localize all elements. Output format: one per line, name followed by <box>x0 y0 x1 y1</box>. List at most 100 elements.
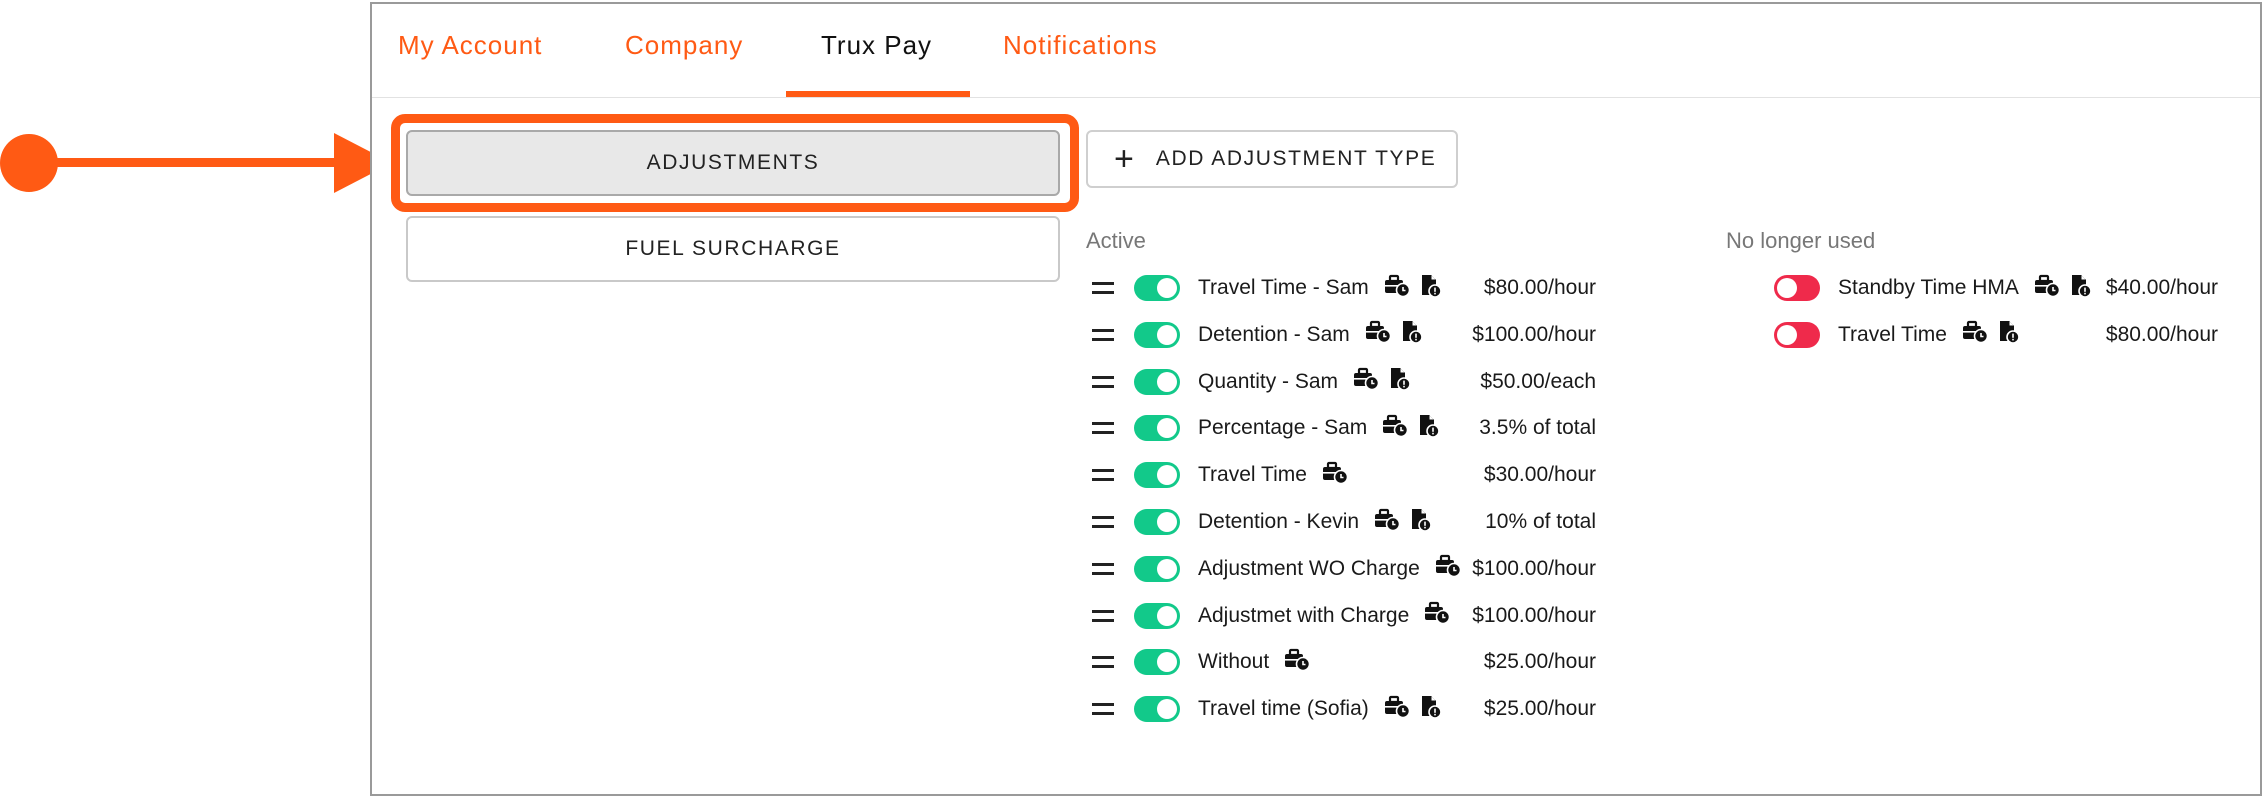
briefcase-clock-icon <box>1373 508 1401 537</box>
adjustment-row: Adjustment WO Charge <box>1092 549 1470 589</box>
drag-handle-icon[interactable] <box>1092 375 1114 388</box>
adjustment-name[interactable]: Travel Time <box>1838 323 1947 347</box>
adjustment-price: $100.00/hour <box>1472 322 1596 346</box>
adjustment-name[interactable]: Percentage - Sam <box>1198 416 1367 440</box>
toggle-knob <box>1157 371 1177 392</box>
adjustment-name[interactable]: Detention - Sam <box>1198 323 1350 347</box>
toggle-knob <box>1157 512 1177 532</box>
adjustment-price: $25.00/hour <box>1483 650 1596 674</box>
briefcase-clock-icon <box>1383 274 1411 303</box>
adjustment-price: $100.00/hour <box>1472 603 1596 627</box>
adjustment-row: Adjustmet with Charge <box>1092 596 1459 636</box>
document-info-icon <box>1400 319 1424 350</box>
enable-toggle[interactable] <box>1774 321 1820 348</box>
drag-handle-icon[interactable] <box>1092 282 1114 294</box>
drag-handle-icon[interactable] <box>1092 609 1114 622</box>
adjustment-price: $25.00/hour <box>1483 697 1596 721</box>
toggle-knob <box>1777 278 1797 298</box>
tab-trux-pay[interactable]: Trux Pay <box>821 30 932 61</box>
briefcase-clock-icon <box>2033 274 2061 303</box>
enable-toggle[interactable] <box>1134 368 1180 395</box>
adjustment-name[interactable]: Travel Time <box>1198 463 1307 487</box>
toggle-knob <box>1157 558 1177 579</box>
adjustment-price: 10% of total <box>1485 510 1596 533</box>
inactive-section-title: No longer used <box>1726 228 1876 253</box>
briefcase-clock-icon <box>1383 695 1411 724</box>
adjustment-name[interactable]: Detention - Kevin <box>1198 510 1359 534</box>
adjustment-row: Detention - Kevin <box>1092 502 1441 542</box>
toggle-knob <box>1157 418 1177 439</box>
tab-my-account[interactable]: My Account <box>398 30 542 61</box>
toggle-knob <box>1157 699 1177 720</box>
toggle-knob <box>1157 652 1177 673</box>
tab-company[interactable]: Company <box>625 30 743 61</box>
adjustment-name[interactable]: Travel time (Sofia) <box>1198 697 1369 721</box>
adjustment-name[interactable]: Adjustment WO Charge <box>1198 557 1420 581</box>
active-tab-underline <box>786 91 970 97</box>
drag-handle-icon[interactable] <box>1092 422 1114 435</box>
briefcase-clock-icon <box>1364 320 1392 349</box>
toggle-knob <box>1157 605 1177 626</box>
document-info-icon <box>1419 273 1443 304</box>
adjustment-name[interactable]: Quantity - Sam <box>1198 370 1338 394</box>
tab-notifications[interactable]: Notifications <box>1003 30 1158 61</box>
adjustment-name[interactable]: Adjustmet with Charge <box>1198 604 1409 628</box>
briefcase-clock-icon <box>1434 554 1462 583</box>
drag-handle-icon[interactable] <box>1092 656 1114 669</box>
adjustment-price: $100.00/hour <box>1472 556 1596 580</box>
adjustment-row: Travel Time <box>1092 455 1357 495</box>
briefcase-clock-icon <box>1961 320 1989 349</box>
drag-handle-icon[interactable] <box>1092 562 1114 575</box>
enable-toggle[interactable] <box>1774 275 1820 301</box>
drag-handle-icon[interactable] <box>1092 328 1114 341</box>
briefcase-clock-icon <box>1423 601 1451 630</box>
adjustment-name[interactable]: Standby Time HMA <box>1838 276 2019 300</box>
document-info-icon <box>2069 273 2093 304</box>
tab-bar: My Account Company Trux Pay Notification… <box>372 4 2260 98</box>
adjustment-price: $80.00/hour <box>1483 276 1596 299</box>
enable-toggle[interactable] <box>1134 602 1180 629</box>
adjustment-name[interactable]: Without <box>1198 650 1269 674</box>
add-adjustment-type-button[interactable]: + ADD ADJUSTMENT TYPE <box>1086 130 1458 188</box>
document-info-icon <box>1417 413 1441 444</box>
drag-handle-icon[interactable] <box>1092 516 1114 528</box>
briefcase-clock-icon <box>1283 648 1311 677</box>
toggle-knob <box>1157 278 1177 298</box>
toggle-knob <box>1157 465 1177 486</box>
toggle-knob <box>1777 324 1797 345</box>
annotation-arrow-line <box>40 158 340 167</box>
enable-toggle[interactable] <box>1134 649 1180 676</box>
adjustment-price: 3.5% of total <box>1479 416 1596 440</box>
annotation-highlight-box <box>391 114 1079 212</box>
drag-handle-icon[interactable] <box>1092 469 1114 482</box>
adjustment-price: $30.00/hour <box>1483 463 1596 487</box>
enable-toggle[interactable] <box>1134 415 1180 442</box>
document-info-icon <box>1997 319 2021 350</box>
briefcase-clock-icon <box>1352 367 1380 396</box>
adjustment-name[interactable]: Travel Time - Sam <box>1198 276 1369 300</box>
drag-handle-icon[interactable] <box>1092 703 1114 716</box>
enable-toggle[interactable] <box>1134 696 1180 723</box>
document-info-icon <box>1388 366 1412 397</box>
active-section-title: Active <box>1086 228 1146 253</box>
adjustment-row: Travel Time <box>1774 315 2029 355</box>
enable-toggle[interactable] <box>1134 509 1180 535</box>
adjustment-row: Detention - Sam <box>1092 315 1432 355</box>
fuel-surcharge-nav-button[interactable]: FUEL SURCHARGE <box>406 216 1060 282</box>
adjustment-row: Quantity - Sam <box>1092 362 1420 402</box>
adjustment-price: $50.00/each <box>1480 369 1596 393</box>
document-info-icon <box>1409 507 1433 538</box>
enable-toggle[interactable] <box>1134 275 1180 301</box>
adjustment-row: Percentage - Sam <box>1092 408 1449 448</box>
enable-toggle[interactable] <box>1134 555 1180 582</box>
plus-icon: + <box>1114 140 1134 178</box>
toggle-knob <box>1157 324 1177 345</box>
enable-toggle[interactable] <box>1134 462 1180 489</box>
enable-toggle[interactable] <box>1134 321 1180 348</box>
add-adjustment-type-label: ADD ADJUSTMENT TYPE <box>1155 147 1437 170</box>
adjustment-row: Standby Time HMA <box>1774 268 2101 308</box>
adjustment-row: Without <box>1092 642 1319 682</box>
adjustment-price: $80.00/hour <box>2105 322 2218 346</box>
adjustment-row: Travel time (Sofia) <box>1092 689 1451 729</box>
adjustment-price: $40.00/hour <box>2105 276 2218 299</box>
